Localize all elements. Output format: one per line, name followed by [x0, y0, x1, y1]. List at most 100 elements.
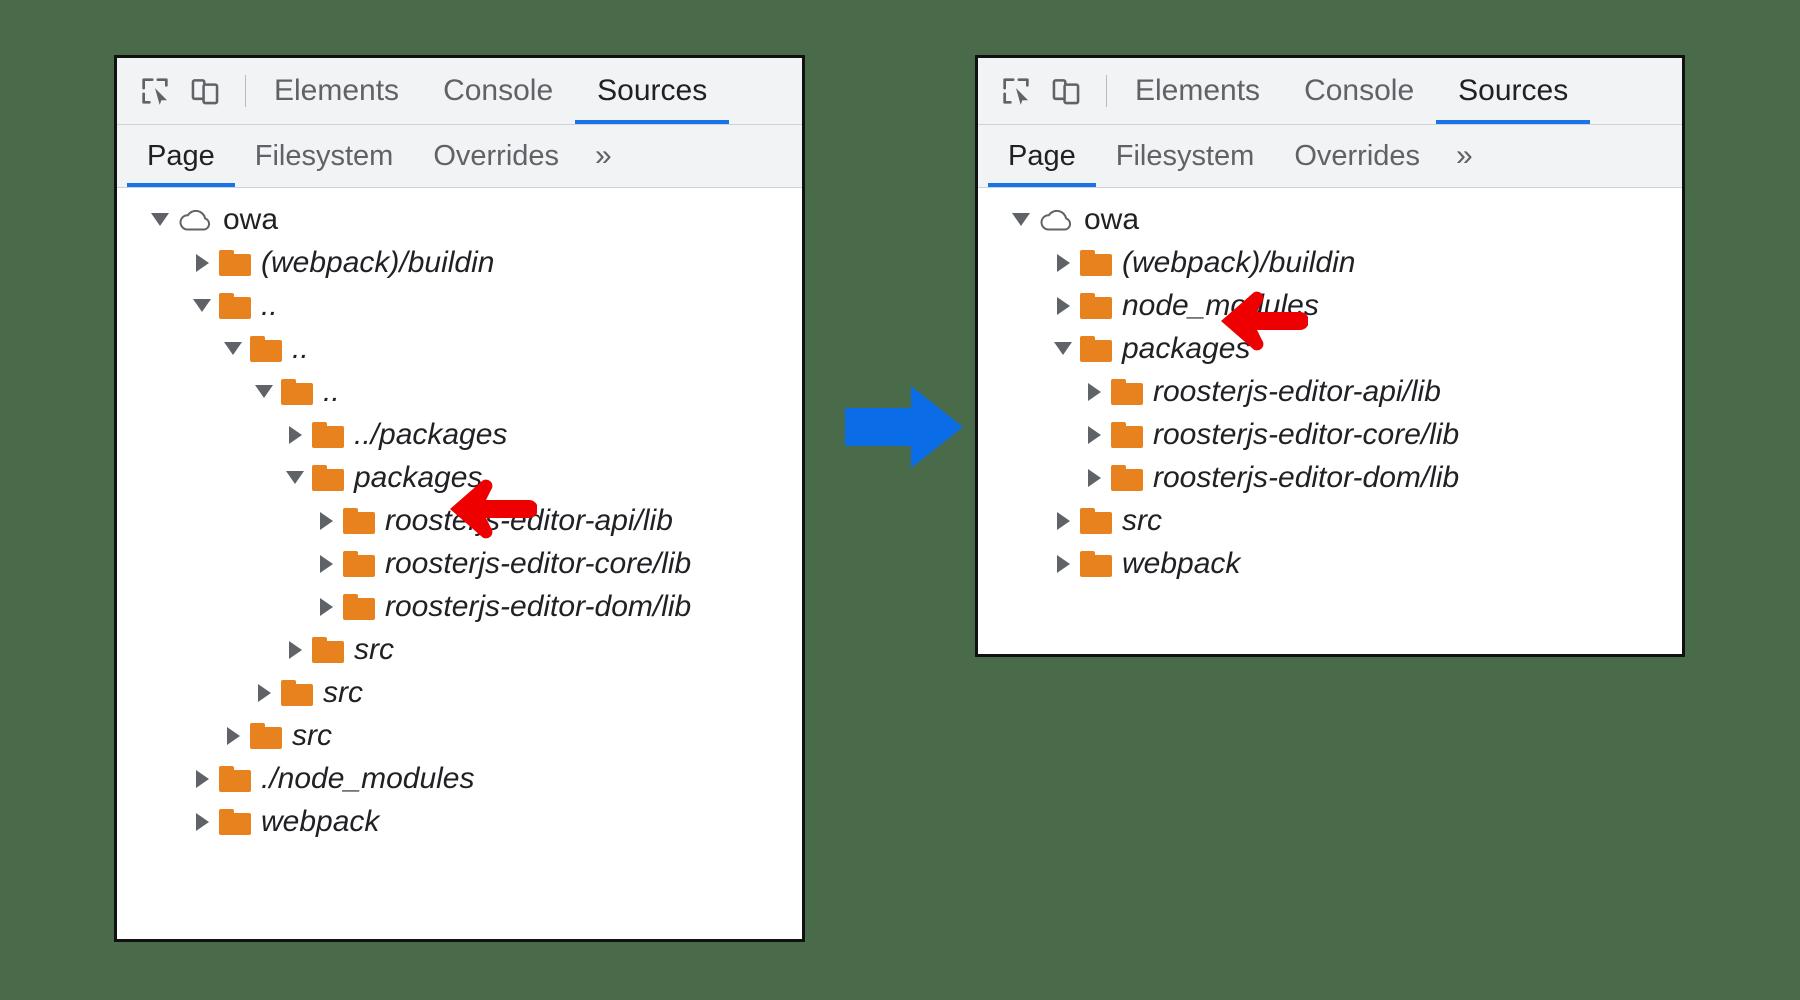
tree-item-label: roosterjs-editor-core/lib — [1153, 418, 1459, 452]
folder-icon — [343, 594, 375, 620]
tree-row[interactable]: .. — [117, 327, 802, 370]
sources-navigator-tabs: Page Filesystem Overrides » — [978, 125, 1682, 188]
twisty-open-icon[interactable] — [1008, 207, 1034, 233]
twisty-closed-icon[interactable] — [313, 551, 339, 577]
twisty-closed-icon[interactable] — [1050, 250, 1076, 276]
twisty-open-icon[interactable] — [147, 207, 173, 233]
toolbar-divider — [245, 75, 246, 107]
cloud-icon — [177, 206, 215, 234]
twisty-open-icon[interactable] — [220, 336, 246, 362]
tab-console[interactable]: Console — [421, 58, 575, 124]
twisty-open-icon[interactable] — [251, 379, 277, 405]
folder-icon — [1080, 551, 1112, 577]
folder-icon — [1080, 508, 1112, 534]
twisty-closed-icon[interactable] — [1050, 293, 1076, 319]
tree-row[interactable]: (webpack)/buildin — [117, 241, 802, 284]
tab-elements[interactable]: Elements — [252, 58, 421, 124]
tree-row[interactable]: roosterjs-editor-dom/lib — [117, 585, 802, 628]
twisty-closed-icon[interactable] — [1081, 422, 1107, 448]
tree-row[interactable]: (webpack)/buildin — [978, 241, 1682, 284]
twisty-closed-icon[interactable] — [189, 250, 215, 276]
tree-row[interactable]: webpack — [978, 542, 1682, 585]
tree-item-label: owa — [223, 203, 278, 237]
twisty-closed-icon[interactable] — [189, 766, 215, 792]
arrow-right-icon — [845, 382, 963, 472]
cloud-icon — [1038, 206, 1076, 234]
subtab-overrides[interactable]: Overrides — [1274, 125, 1440, 187]
tab-console[interactable]: Console — [1282, 58, 1436, 124]
tree-row[interactable]: owa — [117, 198, 802, 241]
folder-icon — [343, 551, 375, 577]
tree-row[interactable]: src — [978, 499, 1682, 542]
tree-item-label: ../packages — [354, 418, 507, 452]
subtab-filesystem[interactable]: Filesystem — [1096, 125, 1275, 187]
subtab-filesystem[interactable]: Filesystem — [235, 125, 414, 187]
tree-row[interactable]: src — [117, 628, 802, 671]
subtab-more-icon[interactable]: » — [1440, 125, 1489, 187]
tree-row[interactable]: ../packages — [117, 413, 802, 456]
tree-row[interactable]: src — [117, 714, 802, 757]
tree-item-label: (webpack)/buildin — [1122, 246, 1355, 280]
tree-item-label: roosterjs-editor-core/lib — [385, 547, 691, 581]
subtab-more-icon[interactable]: » — [579, 125, 628, 187]
tree-item-label: src — [1122, 504, 1162, 538]
subtab-page[interactable]: Page — [127, 125, 235, 187]
twisty-closed-icon[interactable] — [1081, 379, 1107, 405]
folder-icon — [1080, 293, 1112, 319]
devtools-window-after: Elements Console Sources Page Filesystem… — [975, 55, 1685, 657]
twisty-open-icon[interactable] — [189, 293, 215, 319]
file-tree-after: owa (webpack)/buildin node_modules packa… — [978, 188, 1682, 654]
twisty-closed-icon[interactable] — [189, 809, 215, 835]
twisty-closed-icon[interactable] — [1050, 551, 1076, 577]
twisty-closed-icon[interactable] — [282, 637, 308, 663]
subtab-overrides[interactable]: Overrides — [413, 125, 579, 187]
tree-row[interactable]: ./node_modules — [117, 757, 802, 800]
folder-icon — [1080, 336, 1112, 362]
tree-row[interactable]: roosterjs-editor-api/lib — [978, 370, 1682, 413]
folder-icon — [281, 680, 313, 706]
device-toolbar-icon[interactable] — [185, 71, 225, 111]
twisty-closed-icon[interactable] — [1081, 465, 1107, 491]
tree-row[interactable]: owa — [978, 198, 1682, 241]
twisty-closed-icon[interactable] — [282, 422, 308, 448]
twisty-closed-icon[interactable] — [1050, 508, 1076, 534]
twisty-closed-icon[interactable] — [313, 594, 339, 620]
tree-row[interactable]: roosterjs-editor-core/lib — [117, 542, 802, 585]
tree-item-label: owa — [1084, 203, 1139, 237]
tree-row[interactable]: webpack — [117, 800, 802, 843]
screenshot-stage: Elements Console Sources Page Filesystem… — [0, 0, 1800, 1000]
tree-item-label: roosterjs-editor-dom/lib — [1153, 461, 1459, 495]
tree-item-label: .. — [323, 375, 340, 409]
tree-row-packages[interactable]: packages — [117, 456, 802, 499]
device-toolbar-icon[interactable] — [1046, 71, 1086, 111]
tree-row[interactable]: .. — [117, 284, 802, 327]
tree-item-label: .. — [261, 289, 278, 323]
tree-item-label: src — [292, 719, 332, 753]
folder-icon — [312, 422, 344, 448]
folder-icon — [1111, 422, 1143, 448]
tree-row[interactable]: roosterjs-editor-core/lib — [978, 413, 1682, 456]
tree-item-label: (webpack)/buildin — [261, 246, 494, 280]
twisty-closed-icon[interactable] — [251, 680, 277, 706]
folder-icon — [1111, 465, 1143, 491]
inspect-element-icon[interactable] — [135, 71, 175, 111]
tree-row[interactable]: roosterjs-editor-dom/lib — [978, 456, 1682, 499]
tree-row[interactable]: node_modules — [978, 284, 1682, 327]
twisty-open-icon[interactable] — [1050, 336, 1076, 362]
inspect-element-icon[interactable] — [996, 71, 1036, 111]
twisty-open-icon[interactable] — [282, 465, 308, 491]
twisty-closed-icon[interactable] — [313, 508, 339, 534]
tree-item-label: .. — [292, 332, 309, 366]
tree-row-packages[interactable]: packages — [978, 327, 1682, 370]
twisty-closed-icon[interactable] — [220, 723, 246, 749]
subtab-page[interactable]: Page — [988, 125, 1096, 187]
tree-row[interactable]: .. — [117, 370, 802, 413]
tab-sources[interactable]: Sources — [575, 58, 729, 124]
folder-icon — [219, 250, 251, 276]
tree-row[interactable]: roosterjs-editor-api/lib — [117, 499, 802, 542]
tab-sources[interactable]: Sources — [1436, 58, 1590, 124]
tree-row[interactable]: src — [117, 671, 802, 714]
tab-elements[interactable]: Elements — [1113, 58, 1282, 124]
folder-icon — [219, 293, 251, 319]
tree-item-label: ./node_modules — [261, 762, 475, 796]
